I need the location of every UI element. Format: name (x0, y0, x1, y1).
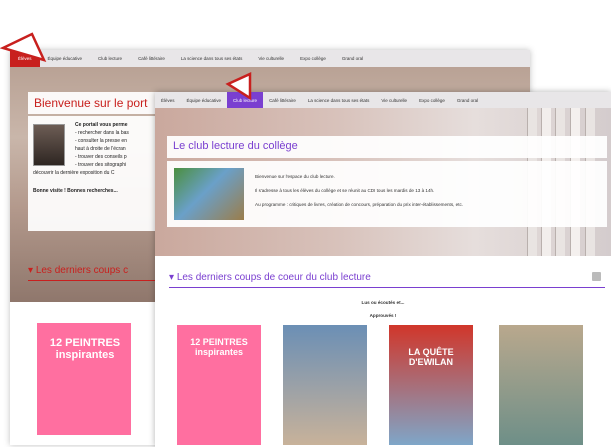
cursor-arrow-icon (0, 32, 47, 62)
nav-item-grand-oral[interactable]: Grand oral (451, 98, 484, 103)
front-page-title: Le club lecture du collège (167, 136, 607, 158)
club-paragraph: Bienvenue sur l'espace du club lecture. (255, 174, 335, 179)
front-section-title: ▾ Les derniers coups de coeur du club le… (169, 272, 605, 288)
nav-item-eleves[interactable]: Élèves (155, 98, 181, 103)
cursor-arrow-icon (225, 72, 252, 101)
book-title: LA QUÊTE D'EWILAN (408, 347, 454, 367)
book-cover[interactable]: 12 PEINTRES inspirantes (177, 325, 261, 445)
nav-item-vie-culturelle[interactable]: Vie culturelle (375, 98, 413, 103)
intro-line: découvrir la dernière exposition du C (33, 170, 115, 176)
nav-item-cafe[interactable]: Café littéraire (130, 56, 173, 61)
club-photo (174, 168, 244, 220)
club-paragraph: Au programme : critiques de livres, créa… (255, 202, 464, 207)
caption-read: Lus ou écoutés et... (361, 300, 405, 305)
caret-down-icon: ▾ (169, 272, 177, 283)
back-book-cover[interactable]: 12 PEINTRES inspirantes (37, 323, 131, 435)
nav-item-expo[interactable]: Expo collège (413, 98, 451, 103)
caret-down-icon: ▾ (28, 265, 36, 276)
nav-item-cafe[interactable]: Café littéraire (263, 98, 302, 103)
nav-item-science[interactable]: La science dans tous ses états (302, 98, 376, 103)
book-title: 12 PEINTRES inspirantes (49, 337, 121, 361)
rss-icon[interactable] (592, 272, 601, 281)
book-title: 12 PEINTRES inspirantes (190, 337, 248, 357)
club-intro-box: Bienvenue sur l'espace du club lecture. … (167, 161, 607, 227)
front-screenshot: Élèves Équipe éducative Club lecture Caf… (155, 92, 611, 447)
book-cover[interactable] (499, 325, 583, 445)
book-cover[interactable] (283, 325, 367, 445)
nav-item-club-lecture[interactable]: Club lecture (90, 56, 130, 61)
nav-item-grand-oral[interactable]: Grand oral (334, 56, 371, 61)
club-paragraph: Il s'adresse à tous les élèves du collèg… (255, 188, 435, 193)
nav-item-expo[interactable]: Expo collège (292, 56, 334, 61)
back-nav-bar: Élèves Équipe éducative Club lecture Caf… (10, 50, 530, 67)
intro-bold: Bonne visite ! Bonnes recherches... (33, 188, 118, 194)
caption-approved: Approuvés ! (369, 313, 397, 318)
book-cover[interactable]: LA QUÊTE D'EWILAN (389, 325, 473, 445)
portrait-image (33, 124, 65, 166)
